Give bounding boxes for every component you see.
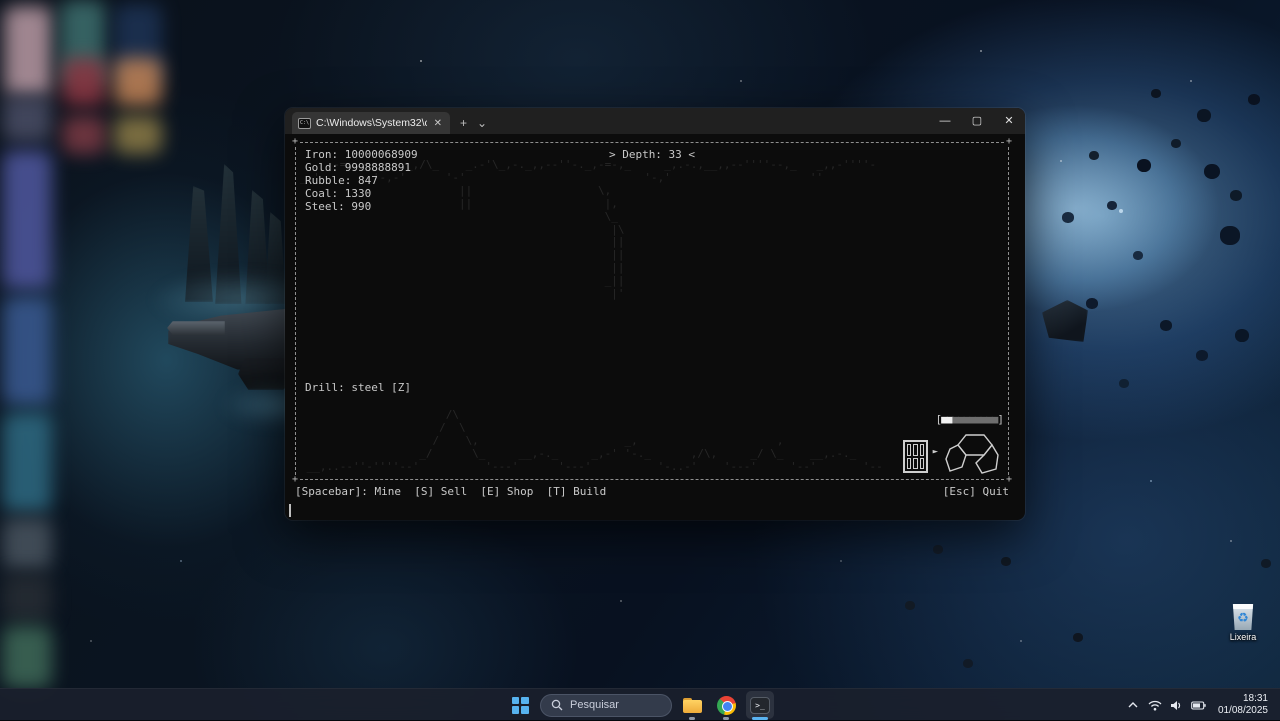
asteroid-field [0,0,8,7]
border-corner: + [1006,139,1012,145]
terminal-window: C:\ C:\Windows\System32\cmd.e ✕ + ⌄ — ▢ … [285,108,1025,520]
blurred-desktop-icon [2,96,52,142]
rock-ascii-art [944,433,1002,477]
chrome-icon [717,696,736,715]
recycle-bin-icon: ♻ [1232,604,1254,630]
new-tab-button[interactable]: + [460,116,467,130]
spaceship-nose [167,321,225,335]
windows-logo-icon [512,697,529,714]
game-menu: [Spacebar]: Mine [S] Sell [E] Shop [T] B… [295,486,1009,499]
terminal-cursor [289,504,291,517]
blurred-desktop-icon [62,116,106,154]
search-placeholder: Pesquisar [570,699,619,711]
taskbar-center: Pesquisar >_ [506,689,774,721]
tab-dropdown-icon[interactable]: ⌄ [477,116,487,130]
progress-empty: ■■■■■■■■ [952,413,997,426]
blurred-desktop-icon [2,150,52,290]
folder-icon [683,698,702,713]
terrain-ascii-bottom: /\ / \ / \, _, , _/ \_ __,-._ _,-' '-._ … [300,409,883,474]
terminal-tab[interactable]: C:\ C:\Windows\System32\cmd.e ✕ [292,112,450,134]
blurred-desktop-icon [114,116,162,154]
blurred-desktop-icon [2,518,52,570]
blurred-desktop-icon [2,574,52,622]
blurred-desktop-icon [114,58,162,106]
drill-status: Drill: steel [Z] [305,382,411,395]
terminal-titlebar[interactable]: C:\ C:\Windows\System32\cmd.e ✕ + ⌄ — ▢ … [285,108,1025,134]
battery-icon[interactable] [1190,689,1208,721]
start-button[interactable] [506,691,534,719]
border-corner: + [1006,477,1012,483]
volume-icon[interactable] [1168,689,1186,721]
clock-time: 18:31 [1218,693,1268,706]
asteroid-large [1042,300,1088,342]
taskbar: Pesquisar >_ [0,688,1280,720]
tray-chevron-up-icon[interactable] [1124,689,1142,721]
depth-indicator: > Depth: 33 < [296,149,1008,162]
menu-quit: [Esc] Quit [943,486,1009,499]
blurred-desktop-icon [4,6,52,96]
recycle-bin-label: Lixeira [1222,632,1264,642]
maximize-button[interactable]: ▢ [961,108,993,134]
arrow-right-icon: ► [933,446,938,459]
terminal-content[interactable]: + + + + _.-=-._ _,/\_ _.-'\_,-._,,--''-.… [285,134,1025,520]
blurred-desktop-icon [2,626,52,688]
window-controls: — ▢ ✕ [929,108,1025,134]
search-icon [551,699,563,711]
minimize-button[interactable]: — [929,108,961,134]
system-tray: 18:31 01/08/2025 [1124,689,1276,721]
wifi-icon[interactable] [1146,689,1164,721]
border-corner: + [292,477,298,483]
cmd-tab-icon: C:\ [298,118,311,129]
tab-title: C:\Windows\System32\cmd.e [316,117,427,129]
blurred-desktop-icon [62,58,106,106]
progress-filled: ■■ [941,413,952,426]
terminal-icon: >_ [750,697,770,714]
taskbar-clock[interactable]: 18:31 01/08/2025 [1212,693,1276,718]
blurred-desktop-icon [2,296,52,406]
progress-bar: [■■■■■■■■■■] [936,414,1003,427]
taskbar-chrome[interactable] [712,691,740,719]
recycle-bin[interactable]: ♻ Lixeira [1222,604,1264,642]
tab-close-icon[interactable]: ✕ [432,118,444,129]
clock-date: 01/08/2025 [1218,705,1268,718]
search-input[interactable]: Pesquisar [540,694,672,717]
progress-bracket: ] [997,413,1003,426]
close-button[interactable]: ✕ [993,108,1025,134]
building-ascii-art [903,440,928,473]
game-viewport-border: + + + + _.-=-._ _,/\_ _.-'\_,-._,,--''-.… [295,142,1009,480]
blurred-desktop-icon [2,412,52,512]
taskbar-file-explorer[interactable] [678,691,706,719]
border-corner: + [292,139,298,145]
taskbar-terminal[interactable]: >_ [746,691,774,719]
recycle-arrows-icon: ♻ [1232,608,1254,630]
menu-actions: [Spacebar]: Mine [S] Sell [E] Shop [T] B… [295,486,606,499]
